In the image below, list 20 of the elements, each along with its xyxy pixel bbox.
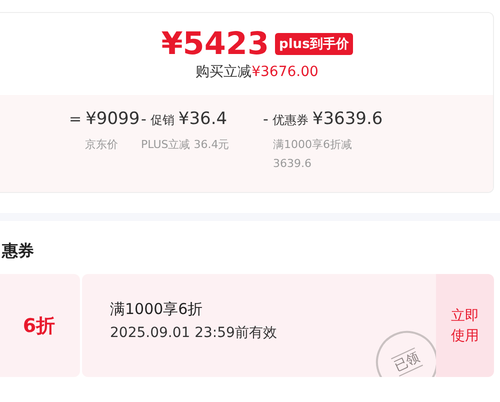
section-title: 惠券	[2, 241, 35, 262]
saving-amount: ¥3676.00	[252, 64, 318, 80]
breakdown-label: 促销	[150, 112, 174, 129]
coupon-validity: 2025.09.01 23:59前有效	[110, 324, 278, 342]
breakdown-value: ¥36.4	[178, 109, 228, 129]
coupon-discount: 6折	[22, 314, 56, 338]
breakdown-label: 优惠券	[272, 112, 308, 129]
breakdown-note: 京东价	[84, 137, 119, 153]
breakdown-note: PLUS立减 36.4元	[141, 137, 230, 153]
use-now-button[interactable]: 立即使用	[436, 274, 494, 377]
operator-sign: =	[69, 110, 82, 128]
operator-sign: -	[263, 110, 268, 128]
saving-label: 购买立减	[196, 64, 252, 80]
breakdown-value: ¥9099	[86, 109, 140, 129]
breakdown-value: ¥3639.6	[312, 109, 383, 129]
operator-sign: -	[141, 110, 146, 128]
breakdown-note: 满1000享6折减 3639.6	[272, 137, 353, 172]
final-price: ¥5423	[161, 27, 270, 61]
coupon-condition: 满1000享6折	[110, 300, 204, 319]
price-badge: plus到手价	[275, 33, 353, 55]
